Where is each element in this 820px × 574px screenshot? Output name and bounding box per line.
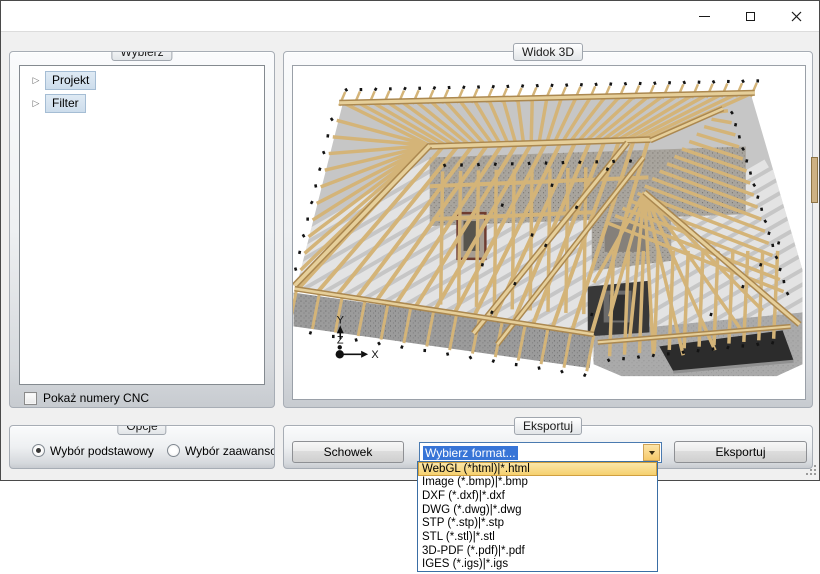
dropdown-option[interactable]: Image (*.bmp)|*.bmp bbox=[418, 476, 657, 490]
selection-mode-radios: Wybór podstawowy Wybór zaawansowany bbox=[10, 442, 274, 459]
dropdown-option[interactable]: WebGL (*html)|*.html bbox=[418, 462, 657, 476]
axis-y-label: Y bbox=[337, 314, 345, 326]
cnc-checkbox-row[interactable]: Pokaż numery CNC bbox=[19, 389, 265, 407]
close-button[interactable] bbox=[773, 1, 819, 31]
tree-item-projekt[interactable]: ▷ Projekt bbox=[20, 69, 264, 91]
clipboard-button[interactable]: Schowek bbox=[292, 441, 404, 463]
tree-item-label[interactable]: Projekt bbox=[45, 71, 96, 90]
radio-basic-label: Wybór podstawowy bbox=[50, 444, 154, 458]
select-groupbox: Wybierz ▷ Projekt ▷ Filter Pokaż numery … bbox=[9, 51, 275, 408]
axis-z-label: Z bbox=[337, 334, 344, 346]
app-window: Wybierz ▷ Projekt ▷ Filter Pokaż numery … bbox=[0, 0, 820, 481]
roof-3d-render: Y Z X bbox=[293, 66, 805, 399]
desktop: Wybierz ▷ Projekt ▷ Filter Pokaż numery … bbox=[0, 0, 820, 574]
combo-dropdown-button[interactable] bbox=[643, 444, 660, 461]
view3d-group-label: Widok 3D bbox=[513, 43, 583, 61]
tree-item-filter[interactable]: ▷ Filter bbox=[20, 92, 264, 114]
radio-basic-selection[interactable]: Wybór podstawowy bbox=[32, 444, 154, 458]
radio-advanced-icon[interactable] bbox=[167, 444, 180, 457]
dropdown-option[interactable]: STL (*.stl)|*.stl bbox=[418, 530, 657, 544]
dropdown-option[interactable]: DXF (*.dxf)|*.dxf bbox=[418, 489, 657, 503]
resize-grip[interactable] bbox=[804, 465, 816, 477]
3d-viewport[interactable]: Y Z X bbox=[292, 65, 806, 400]
axis-x-label: X bbox=[371, 349, 379, 361]
title-bar[interactable] bbox=[1, 1, 819, 32]
options-group-label: Opcje bbox=[117, 425, 166, 435]
radio-basic-icon[interactable] bbox=[32, 444, 45, 457]
maximize-icon bbox=[746, 12, 755, 21]
format-combobox-value: Wybierz format... bbox=[423, 446, 518, 460]
tree-expand-icon[interactable]: ▷ bbox=[27, 98, 45, 109]
export-button[interactable]: Eksportuj bbox=[674, 441, 807, 463]
view3d-groupbox: Widok 3D Y Z X bbox=[283, 51, 813, 408]
minimize-icon bbox=[699, 16, 710, 17]
export-group-label: Eksportuj bbox=[514, 417, 582, 435]
radio-advanced-label: Wybór zaawansowany bbox=[185, 444, 275, 458]
dropdown-option[interactable]: 3D-PDF (*.pdf)|*.pdf bbox=[418, 544, 657, 558]
format-combobox[interactable]: Wybierz format... bbox=[419, 442, 662, 463]
tree-expand-icon[interactable]: ▷ bbox=[27, 75, 45, 86]
format-dropdown-list[interactable]: WebGL (*html)|*.htmlImage (*.bmp)|*.bmpD… bbox=[417, 461, 658, 572]
cnc-checkbox-label: Pokaż numery CNC bbox=[43, 391, 149, 405]
close-icon bbox=[791, 11, 802, 22]
tree-item-label[interactable]: Filter bbox=[45, 94, 86, 113]
dropdown-option[interactable]: IGES (*.igs)|*.igs bbox=[418, 557, 657, 571]
chevron-down-icon bbox=[649, 451, 655, 455]
minimize-button[interactable] bbox=[681, 1, 727, 31]
select-group-label: Wybierz bbox=[111, 51, 172, 61]
cnc-checkbox[interactable] bbox=[24, 392, 37, 405]
dropdown-option[interactable]: STP (*.stp)|*.stp bbox=[418, 517, 657, 531]
render-artifact bbox=[811, 157, 818, 203]
options-groupbox: Opcje Wybór podstawowy Wybór zaawansowan… bbox=[9, 425, 275, 469]
radio-advanced-selection[interactable]: Wybór zaawansowany bbox=[167, 444, 275, 458]
dropdown-option[interactable]: DWG (*.dwg)|*.dwg bbox=[418, 503, 657, 517]
project-tree[interactable]: ▷ Projekt ▷ Filter bbox=[19, 65, 265, 385]
maximize-button[interactable] bbox=[727, 1, 773, 31]
